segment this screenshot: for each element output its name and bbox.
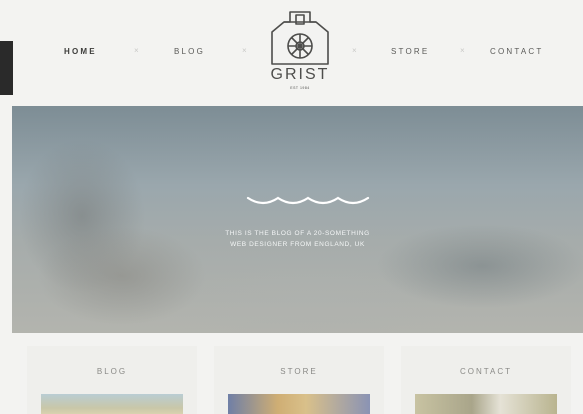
nav-home-link[interactable]: HOME <box>64 47 97 56</box>
mill-house-icon <box>271 11 329 65</box>
logo-wordmark: GRIST <box>270 66 330 83</box>
main-nav: HOME × BLOG × GRIST EST 1984 × STORE × C… <box>0 0 583 100</box>
hero-tagline: THIS IS THE BLOG OF A 20-SOMETHING WEB D… <box>12 228 583 250</box>
logo-established: EST 1984 <box>290 86 310 90</box>
nav-blog-link[interactable]: BLOG <box>174 47 205 56</box>
feature-cards: BLOG STORE CONTACT <box>0 346 583 414</box>
card-title: BLOG <box>96 367 128 376</box>
card-title: CONTACT <box>459 367 513 376</box>
hero-tagline-line: THIS IS THE BLOG OF A 20-SOMETHING <box>225 230 370 237</box>
contact-card[interactable]: CONTACT <box>401 346 571 414</box>
card-thumbnail[interactable] <box>41 394 183 414</box>
card-thumbnail[interactable] <box>228 394 370 414</box>
nav-store-link[interactable]: STORE <box>391 47 429 56</box>
nav-separator: × <box>460 46 465 55</box>
nav-separator: × <box>352 46 357 55</box>
hero-banner: THIS IS THE BLOG OF A 20-SOMETHING WEB D… <box>12 106 583 333</box>
grist-logo[interactable]: GRIST EST 1984 <box>268 6 332 92</box>
nav-separator: × <box>242 46 247 55</box>
hero-tagline-line: WEB DESIGNER FROM ENGLAND, UK <box>230 241 365 248</box>
store-card[interactable]: STORE <box>214 346 384 414</box>
card-thumbnail[interactable] <box>415 394 557 414</box>
card-title: STORE <box>280 367 318 376</box>
wave-icon <box>246 196 370 205</box>
nav-separator: × <box>134 46 139 55</box>
blog-card[interactable]: BLOG <box>27 346 197 414</box>
nav-contact-link[interactable]: CONTACT <box>490 47 543 56</box>
